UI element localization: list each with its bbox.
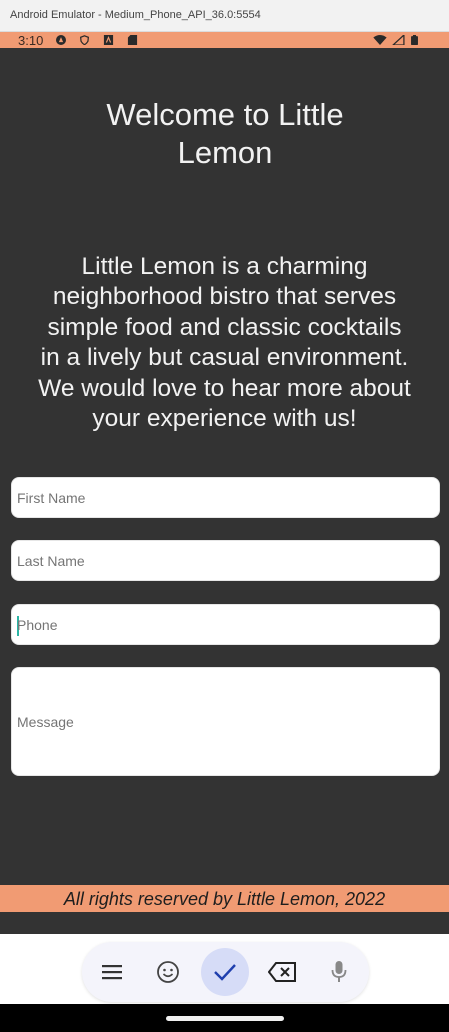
backspace-icon [268, 962, 296, 982]
menu-icon [102, 965, 122, 980]
intro-line: neighborhood bistro that serves [52, 283, 397, 311]
emoji-icon [157, 961, 179, 983]
menu-button[interactable] [92, 952, 132, 992]
footer-text: All rights reserved by Little Lemon, 202… [63, 889, 386, 909]
signal-icon [392, 35, 405, 45]
sd-card-icon [127, 35, 138, 45]
intro-line: your experience with us! [92, 405, 357, 433]
first-name-input[interactable] [17, 490, 427, 506]
microphone-button[interactable] [319, 952, 359, 992]
message-input[interactable] [17, 714, 427, 730]
welcome-line: Welcome to Little [106, 97, 344, 132]
shield-icon [79, 35, 90, 45]
microphone-icon [331, 961, 347, 982]
last-name-input[interactable] [17, 553, 427, 569]
window-title: Android Emulator - Medium_Phone_API_36.0… [10, 9, 261, 21]
intro-line: We would love to hear more about [38, 374, 411, 402]
status-time: 3:10 [18, 33, 44, 48]
intro-line: in a lively but casual environment. [40, 344, 409, 372]
keyboard-toolbar [82, 942, 369, 1002]
phone-input[interactable] [17, 617, 427, 633]
phone-field[interactable] [11, 604, 440, 645]
status-bar: 3:10 [0, 32, 449, 48]
last-name-field[interactable] [11, 540, 440, 581]
navigation-bar [0, 1004, 449, 1032]
home-gesture-handle[interactable] [166, 1016, 284, 1021]
emoji-button[interactable] [148, 952, 188, 992]
keyboard-area [0, 934, 449, 1004]
done-button[interactable] [201, 948, 249, 996]
first-name-field[interactable] [11, 477, 440, 518]
emulator-title-bar: Android Emulator - Medium_Phone_API_36.0… [0, 0, 449, 32]
a-box-icon [103, 35, 114, 45]
backspace-button[interactable] [262, 952, 302, 992]
welcome-heading: Welcome to Little Lemon [40, 96, 410, 172]
alert-icon [56, 35, 66, 45]
intro-text: Little Lemon is a charming neighborhood … [16, 252, 433, 434]
intro-line: Little Lemon is a charming [81, 253, 368, 280]
battery-icon [411, 35, 418, 45]
intro-line: simple food and classic cocktails [47, 313, 402, 341]
message-field[interactable] [11, 667, 440, 776]
app-screen: Welcome to Little Lemon Little Lemon is … [0, 48, 449, 934]
checkmark-icon [214, 964, 236, 981]
wifi-icon [373, 35, 387, 45]
welcome-line: Lemon [177, 135, 273, 170]
footer-bar: All rights reserved by Little Lemon, 202… [0, 885, 449, 912]
